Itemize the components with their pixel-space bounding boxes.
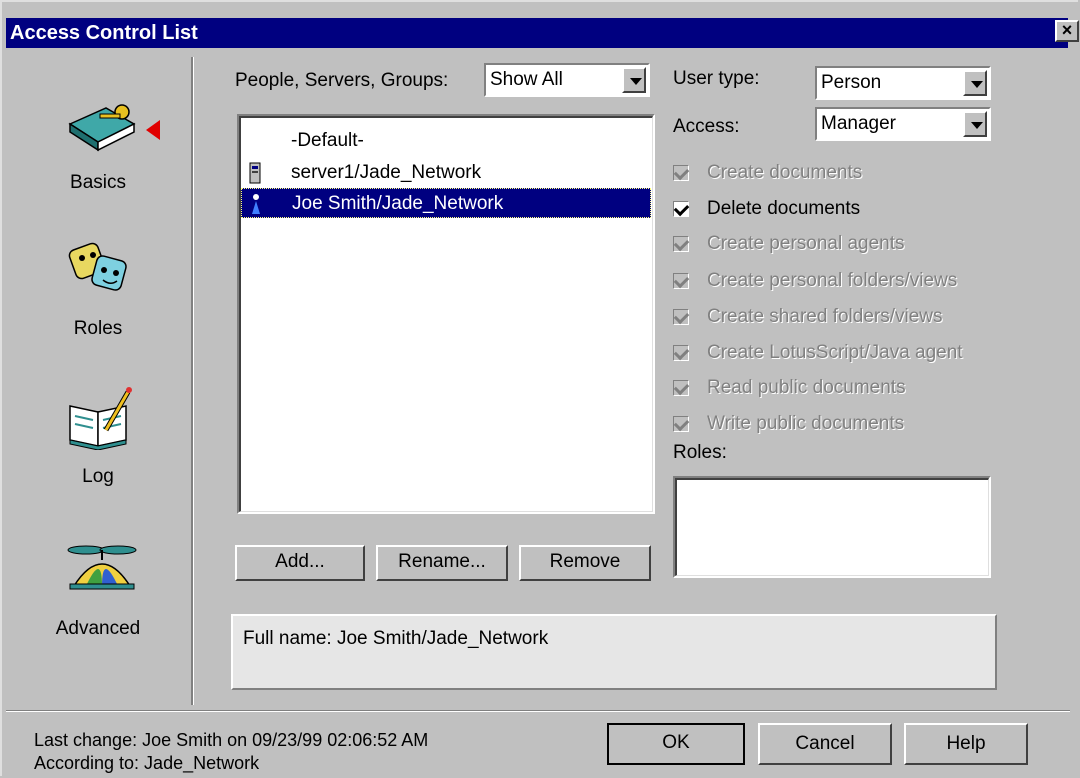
footer-divider xyxy=(6,710,1070,712)
access-dropdown[interactable]: Manager xyxy=(815,107,991,141)
last-change-text: Last change: Joe Smith on 09/23/99 02:06… xyxy=(34,730,429,750)
checkbox-label: Delete documents xyxy=(707,198,861,219)
roles-label: Roles: xyxy=(673,442,727,463)
filter-value: Show All xyxy=(490,69,563,90)
roles-list[interactable] xyxy=(673,476,991,578)
list-item-label: -Default- xyxy=(291,130,364,151)
sidebar-item-label: Advanced xyxy=(55,618,141,639)
add-button[interactable]: Add... xyxy=(235,545,365,581)
checkbox-label: Read public documents xyxy=(707,377,906,398)
according-to-text: According to: Jade_Network xyxy=(34,753,260,773)
remove-button[interactable]: Remove xyxy=(519,545,651,581)
chevron-down-icon xyxy=(971,81,983,88)
dropdown-button[interactable] xyxy=(622,67,646,93)
chevron-down-icon xyxy=(630,78,642,85)
window-title: Access Control List xyxy=(10,22,198,44)
dropdown-button[interactable] xyxy=(963,111,987,137)
checkbox-label: Create personal agents xyxy=(707,233,905,254)
list-item-label: Joe Smith/Jade_Network xyxy=(292,193,504,214)
sidebar-item-label: Log xyxy=(82,466,114,487)
sidebar-item-roles[interactable]: Roles xyxy=(6,236,191,346)
sidebar-item-basics[interactable]: Basics xyxy=(6,90,191,200)
checkbox[interactable] xyxy=(673,235,690,252)
sidebar-item-label: Basics xyxy=(70,172,126,193)
checkbox-label: Create documents xyxy=(707,162,863,183)
checkbox[interactable] xyxy=(673,344,690,361)
list-item[interactable]: server1/Jade_Network xyxy=(245,158,651,188)
cancel-button[interactable]: Cancel xyxy=(758,723,892,765)
checkbox[interactable] xyxy=(673,200,690,217)
check-icon xyxy=(673,200,690,217)
sidebar-item-advanced[interactable]: Advanced xyxy=(6,536,191,646)
checkbox[interactable] xyxy=(673,272,690,289)
checkbox-label: Create shared folders/views xyxy=(707,306,943,327)
help-button[interactable]: Help xyxy=(904,723,1028,765)
acl-entry-list[interactable]: -Default- server1/Jade_Network Joe Smith… xyxy=(237,114,655,514)
checkbox[interactable] xyxy=(673,379,690,396)
full-name-panel: Full name: Joe Smith/Jade_Network xyxy=(231,614,997,690)
checkbox[interactable] xyxy=(673,308,690,325)
server-icon xyxy=(249,162,261,184)
user-type-label: User type: xyxy=(673,68,760,89)
dropdown-button[interactable] xyxy=(963,70,987,96)
book-key-icon xyxy=(68,104,136,152)
check-icon xyxy=(673,415,690,432)
propeller-beanie-icon xyxy=(67,545,137,590)
checkbox-label: Create LotusScript/Java agent xyxy=(707,342,963,363)
filter-label: People, Servers, Groups: xyxy=(235,70,449,91)
close-icon: × xyxy=(1061,20,1073,40)
close-button[interactable]: × xyxy=(1055,20,1079,42)
person-icon xyxy=(252,194,260,214)
list-item-label: server1/Jade_Network xyxy=(291,162,482,183)
list-item[interactable]: -Default- xyxy=(245,126,651,156)
access-value: Manager xyxy=(821,113,896,134)
list-item-selected[interactable]: Joe Smith/Jade_Network xyxy=(241,188,651,218)
check-icon xyxy=(673,235,690,252)
check-icon xyxy=(673,164,690,181)
access-label: Access: xyxy=(673,116,740,137)
filter-dropdown[interactable]: Show All xyxy=(484,63,650,97)
ok-button[interactable]: OK xyxy=(607,723,745,765)
check-icon xyxy=(673,379,690,396)
open-book-pencil-icon xyxy=(69,387,132,450)
rename-button[interactable]: Rename... xyxy=(376,545,508,581)
chevron-down-icon xyxy=(971,122,983,129)
check-icon xyxy=(673,272,690,289)
sidebar-divider xyxy=(191,57,194,705)
roles-list-inner xyxy=(675,478,989,576)
check-icon xyxy=(673,344,690,361)
user-type-value: Person xyxy=(821,72,882,93)
checkbox-label: Write public documents xyxy=(707,413,905,434)
sidebar-item-log[interactable]: Log xyxy=(6,384,191,494)
masks-icon xyxy=(68,242,127,291)
active-marker-icon xyxy=(146,120,160,140)
acl-entry-list-inner: -Default- server1/Jade_Network Joe Smith… xyxy=(239,116,653,512)
sidebar-item-label: Roles xyxy=(73,318,123,339)
checkbox[interactable] xyxy=(673,415,690,432)
checkbox[interactable] xyxy=(673,164,690,181)
user-type-dropdown[interactable]: Person xyxy=(815,66,991,100)
full-name-text: Full name: Joe Smith/Jade_Network xyxy=(243,628,549,649)
check-icon xyxy=(673,308,690,325)
checkbox-label: Create personal folders/views xyxy=(707,270,958,291)
